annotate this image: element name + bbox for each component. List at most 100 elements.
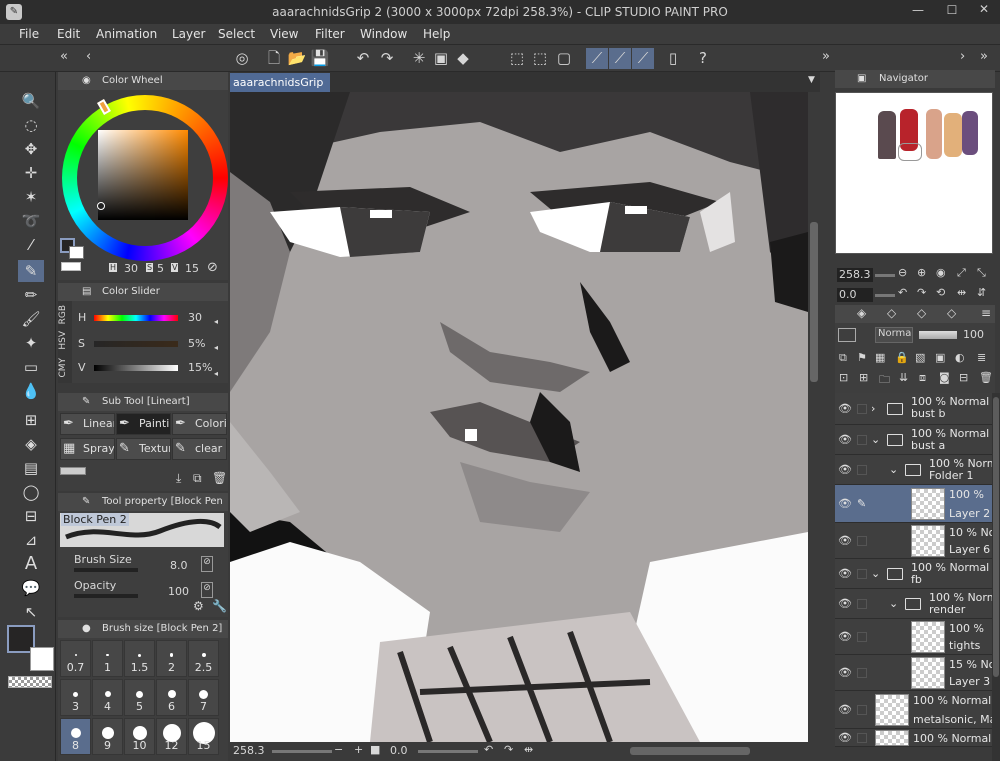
lasso-select-icon[interactable]: ◌	[18, 114, 44, 136]
menu-help[interactable]: Help	[423, 27, 450, 41]
visibility-eye-icon[interactable]: 👁	[837, 731, 853, 744]
mask-layer-icon[interactable]: ◙	[939, 371, 950, 384]
rotate-slider[interactable]	[418, 750, 478, 753]
mode-tab-hsv[interactable]: HSV	[58, 331, 68, 350]
collapse-right-icon[interactable]: »	[822, 49, 830, 64]
brush-tool-icon[interactable]: 🖌	[18, 308, 44, 330]
pen-tool-icon[interactable]: ✎	[18, 260, 44, 282]
new-vector-layer-icon[interactable]: ⊞	[859, 371, 868, 384]
nav-rotate-right-icon[interactable]: ↷	[917, 286, 926, 299]
layer-lock-checkbox[interactable]	[857, 435, 867, 445]
menu-file[interactable]: File	[19, 27, 39, 41]
layer-lock-checkbox[interactable]	[857, 733, 867, 743]
zoom-out-icon[interactable]: −	[334, 743, 343, 756]
brush-size-cell[interactable]: 8	[60, 718, 91, 755]
blend-mode-select[interactable]: Norma	[875, 327, 913, 343]
open-file-icon[interactable]: 📂	[286, 48, 308, 69]
color-wheel-tab-icon[interactable]: ◉	[82, 72, 91, 90]
ruler-icon[interactable]: ⊿	[18, 529, 44, 551]
layer-row[interactable]: 👁 100 % Normal metalsonic, Mami	[835, 691, 1000, 729]
color-settings-icon[interactable]: ⊘	[207, 260, 218, 275]
minimize-button[interactable]: —	[906, 3, 930, 17]
layer-row[interactable]: 👁 ⌄ 100 % Norm render	[835, 589, 997, 619]
brush-size-cell[interactable]: 4	[92, 679, 123, 716]
layer-opacity-value[interactable]: 100	[963, 328, 984, 341]
lasso-icon[interactable]: ➰	[18, 210, 44, 232]
help-icon[interactable]: ?	[692, 48, 714, 69]
new-raster-layer-icon[interactable]: ⊡	[839, 371, 848, 384]
blend-mode-swatch[interactable]	[838, 328, 856, 342]
brush-size-cell[interactable]: 0.7	[60, 640, 91, 677]
snap-special-ruler-icon[interactable]: ⟋	[609, 48, 631, 69]
chevron-down-icon[interactable]: ⌄	[889, 597, 898, 610]
zoom-in-icon[interactable]: +	[354, 743, 363, 756]
flip-icon[interactable]: ⇹	[524, 743, 533, 756]
mini-sub-color[interactable]	[69, 246, 84, 259]
layer-row[interactable]: 👁15 % NormaLayer 3	[835, 655, 1000, 691]
layer-row[interactable]: 👁 › 100 % Normal bust b	[835, 393, 992, 425]
animation-tab-icon[interactable]: ◇	[947, 306, 956, 320]
object-tool-icon[interactable]: ✥	[18, 138, 44, 160]
menu-animation[interactable]: Animation	[96, 27, 157, 41]
nav-rotate-left-icon[interactable]: ↶	[898, 286, 907, 299]
clear-outside-icon[interactable]: ▣	[430, 48, 452, 69]
nav-zoom-slider[interactable]	[875, 274, 895, 277]
visibility-eye-icon[interactable]: 👁	[837, 534, 853, 547]
shrink-selection-icon[interactable]: ⬚	[529, 48, 551, 69]
expand-selection-icon[interactable]: ⬚	[506, 48, 528, 69]
visibility-eye-icon[interactable]: 👁	[837, 402, 853, 415]
reference-layer-icon[interactable]: ⚑	[857, 351, 867, 364]
visibility-eye-icon[interactable]: 👁	[837, 597, 853, 610]
show-selection-icon[interactable]: ▢	[553, 48, 575, 69]
canvas-tab[interactable]: aaarachnidsGrip 2	[230, 73, 330, 108]
move-tool-icon[interactable]: ✛	[18, 162, 44, 184]
delete-sub-tool-icon[interactable]: 🗑	[212, 471, 227, 485]
layer-lock-checkbox[interactable]	[857, 536, 867, 546]
menu-layer[interactable]: Layer	[172, 27, 205, 41]
import-sub-tool-icon[interactable]: ⤓	[176, 471, 181, 486]
s-slider-track[interactable]	[94, 341, 178, 347]
brush-size-cell[interactable]: 12	[156, 718, 187, 755]
menu-view[interactable]: View	[270, 27, 298, 41]
canvas-vscrollbar[interactable]	[808, 92, 820, 742]
visibility-eye-icon[interactable]: 👁	[837, 703, 853, 716]
layer-row[interactable]: 👁 100 % tights	[835, 619, 992, 655]
layer-panel-menu-icon[interactable]: ≡	[981, 306, 991, 320]
transparent-color-swatch[interactable]	[8, 676, 52, 688]
nav-zoom-out-icon[interactable]: ⊖	[898, 266, 907, 279]
brush-size-cell[interactable]: 9	[92, 718, 123, 755]
pencil-tool-icon[interactable]: ✏	[18, 284, 44, 306]
nav-fit-icon[interactable]: ⤢	[957, 266, 966, 280]
chevron-right-icon[interactable]: ›	[960, 49, 965, 64]
duplicate-sub-tool-icon[interactable]: ⧉	[193, 471, 202, 486]
chevron-down-icon[interactable]: ⌄	[871, 567, 880, 580]
brush-size-settings-icon[interactable]: ⊘	[201, 556, 213, 572]
layer-clip-icon[interactable]: ⧉	[839, 351, 847, 365]
visibility-eye-icon[interactable]: 👁	[837, 666, 853, 679]
new-folder-icon[interactable]: 🗀	[879, 371, 890, 390]
h-slider-track[interactable]	[94, 315, 178, 321]
new-file-icon[interactable]: 🗋	[263, 48, 285, 69]
sv-marker[interactable]	[97, 202, 105, 210]
h-slider-value[interactable]: 30	[188, 311, 202, 324]
layer-row[interactable]: 👁 100 % Normal	[835, 729, 992, 747]
sub-tool-tab-icon[interactable]: ✎	[82, 393, 90, 411]
text-tool-icon[interactable]: A	[18, 553, 44, 575]
maximize-button[interactable]: ☐	[940, 3, 964, 17]
brush-size-cell[interactable]: 1	[92, 640, 123, 677]
layer-lock-checkbox[interactable]	[857, 404, 867, 414]
tool-property-settings-icon[interactable]: ⚙	[193, 599, 204, 613]
canvas-rotation-value[interactable]: 0.0	[390, 744, 408, 757]
layer-lock-checkbox[interactable]	[857, 632, 867, 642]
fit-stop-icon[interactable]: ■	[370, 743, 380, 756]
sub-tool-menu-icon[interactable]	[60, 467, 86, 475]
frame-border-icon[interactable]: ⊟	[18, 505, 44, 527]
layer-palette-icon[interactable]: ◐	[955, 351, 965, 364]
layer-opacity-slider[interactable]	[919, 331, 957, 339]
mode-tab-cmy[interactable]: CMY	[58, 358, 68, 378]
wrench-icon[interactable]: 🔧	[212, 599, 227, 613]
menu-edit[interactable]: Edit	[57, 27, 80, 41]
chevron-left-icon[interactable]: ‹	[86, 49, 91, 64]
navigator-tab-icon[interactable]: ▣	[857, 70, 866, 88]
ellipse-icon[interactable]: ◯	[18, 481, 44, 503]
